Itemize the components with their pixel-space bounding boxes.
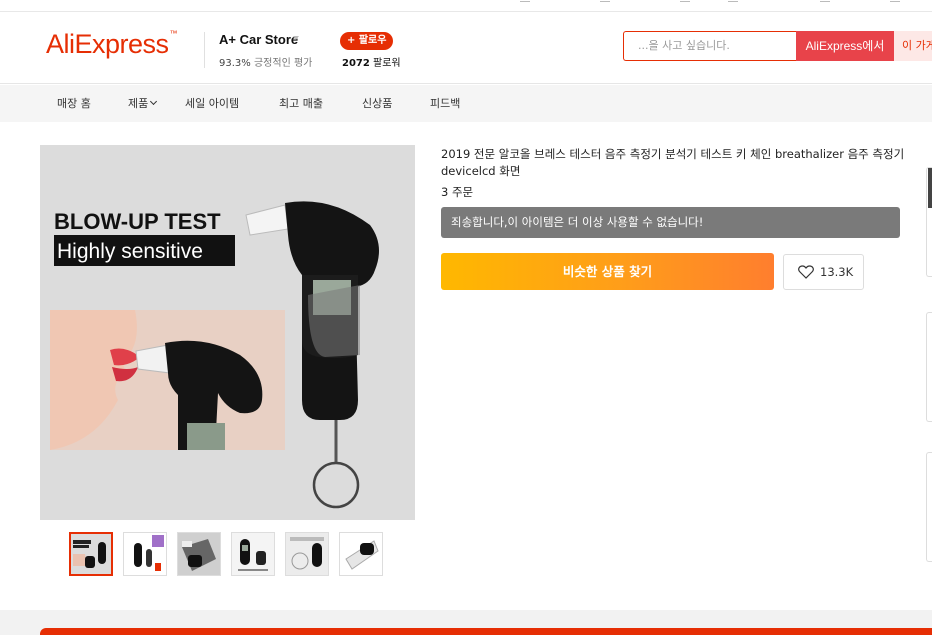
recommend-card[interactable]	[926, 452, 932, 562]
followers-number: 2072	[342, 58, 370, 69]
nav-item-sale[interactable]: 세일 아이템	[185, 95, 239, 111]
top-strip-mark	[520, 0, 530, 2]
store-nav: 매장 홈 제품 세일 아이템 최고 매출 신상품 피드백	[0, 85, 932, 122]
thumbnail-image	[340, 533, 382, 575]
recommend-card[interactable]	[926, 167, 932, 277]
nav-item-top-selling[interactable]: 최고 매출	[279, 95, 323, 111]
wishlist-count: 13.3K	[820, 265, 854, 279]
logo-trademark: ™	[169, 29, 178, 38]
site-header: AliExpress™ A+ Car Store 93.3% 긍정적인 평가 +…	[0, 12, 932, 84]
search-bar: ...을 사고 싶습니다. AliExpress에서 이 가게	[623, 31, 932, 61]
find-similar-button[interactable]: 비슷한 상품 찾기	[441, 253, 774, 290]
footer-red-bar	[40, 628, 932, 635]
chevron-down-icon	[150, 97, 158, 106]
wishlist-button[interactable]: 13.3K	[783, 254, 864, 290]
store-rating: 93.3% 긍정적인 평가	[219, 54, 312, 69]
thumbnail-image	[286, 533, 328, 575]
thumbnail-image	[71, 534, 111, 574]
top-strip-mark	[728, 0, 738, 2]
image-headline: BLOW-UP TEST	[54, 209, 221, 234]
image-subline: Highly sensitive	[57, 240, 203, 263]
thumbnail-image	[124, 533, 166, 575]
recommend-card[interactable]	[926, 312, 932, 422]
product-main-image[interactable]: BLOW-UP TEST Highly sensitive	[40, 145, 415, 520]
breathalyzer-image: BLOW-UP TEST Highly sensitive	[40, 145, 415, 520]
aliexpress-logo[interactable]: AliExpress™	[46, 29, 178, 60]
logo-text: AliExpress	[46, 29, 169, 59]
thumbnail-5[interactable]	[285, 532, 329, 576]
followers-label: 팔로워	[373, 58, 401, 69]
nav-item-products[interactable]: 제품	[128, 95, 158, 111]
top-utility-strip	[0, 0, 932, 12]
thumbnail-6[interactable]	[339, 532, 383, 576]
nav-item-label: 제품	[128, 97, 149, 110]
product-title: 2019 전문 알코올 브레스 테스터 음주 측정기 분석기 테스트 키 체인 …	[441, 147, 905, 178]
follow-button[interactable]: + 팔로우	[340, 32, 394, 50]
rating-label: 긍정적인 평가	[253, 58, 313, 69]
top-strip-mark	[600, 0, 610, 2]
header-divider	[204, 32, 205, 68]
recommend-card-image	[928, 168, 932, 208]
rating-value: 93.3%	[219, 58, 251, 69]
order-count: 3 주문	[441, 185, 474, 199]
followers-count: 2072 팔로워	[342, 54, 401, 69]
unavailable-notice: 죄송합니다,이 아이템은 더 이상 사용할 수 없습니다!	[441, 207, 900, 238]
chevron-down-icon[interactable]	[293, 36, 299, 40]
heart-icon	[798, 265, 814, 279]
nav-item-store-home[interactable]: 매장 홈	[57, 95, 91, 111]
top-strip-mark	[890, 0, 900, 2]
search-aliexpress-button[interactable]: AliExpress에서	[796, 31, 894, 61]
top-strip-mark	[680, 0, 690, 2]
thumbnail-3[interactable]	[177, 532, 221, 576]
thumbnail-image	[178, 533, 220, 575]
thumbnail-4[interactable]	[231, 532, 275, 576]
thumbnail-image	[232, 533, 274, 575]
store-name[interactable]: A+ Car Store	[219, 32, 298, 47]
nav-item-new-arrivals[interactable]: 신상품	[362, 95, 392, 111]
nav-item-feedback[interactable]: 피드백	[430, 95, 460, 111]
thumbnail-1[interactable]	[69, 532, 113, 576]
search-store-button[interactable]: 이 가게	[894, 31, 932, 61]
search-input[interactable]: ...을 사고 싶습니다.	[623, 31, 797, 61]
thumbnail-2[interactable]	[123, 532, 167, 576]
top-strip-mark	[820, 0, 830, 2]
